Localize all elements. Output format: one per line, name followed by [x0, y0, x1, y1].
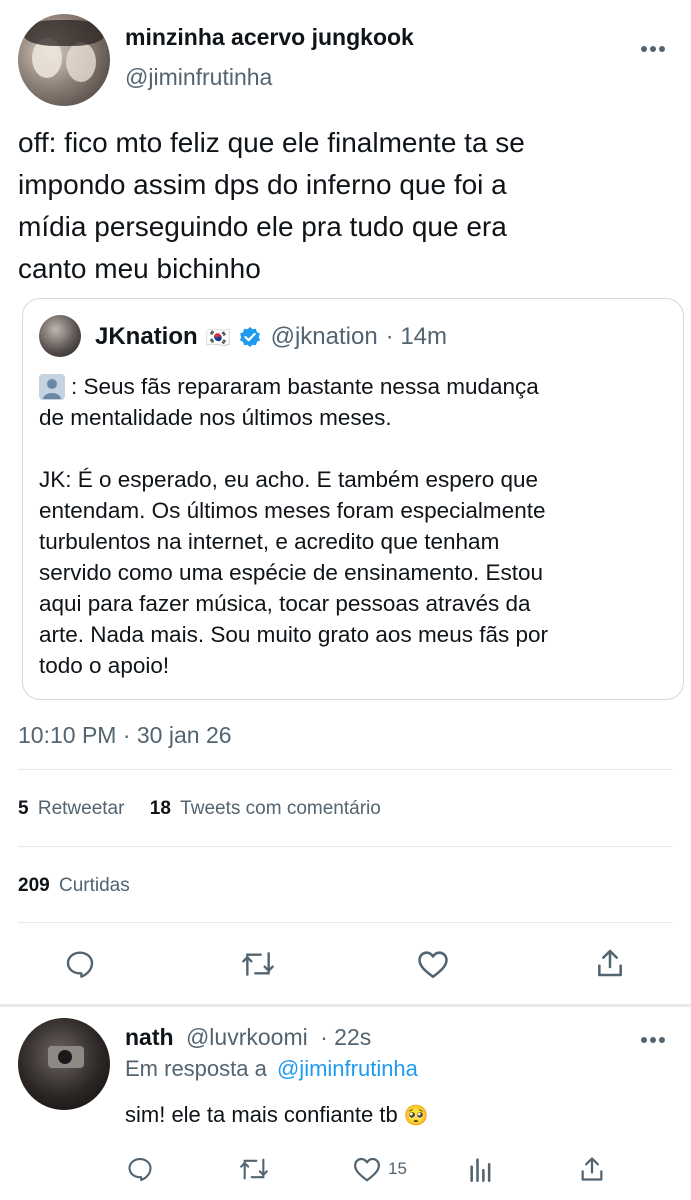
reply-button[interactable]: [64, 948, 96, 980]
quoted-author-row: JKnation 🇰🇷 @jknation · 14m: [95, 323, 447, 351]
reply-time: · 22s: [320, 1024, 372, 1050]
quotes-label: Tweets com comentário: [180, 798, 381, 819]
divider: [18, 769, 673, 770]
heart-icon: [418, 951, 448, 979]
reply-retweet-button[interactable]: [238, 1155, 270, 1183]
quotes-stat[interactable]: 18 Tweets com comentário: [150, 798, 381, 819]
quoted-author-avatar[interactable]: [39, 315, 81, 357]
likes-label: Curtidas: [58, 875, 130, 896]
share-button[interactable]: [594, 946, 626, 980]
quoted-handle[interactable]: @jknation: [271, 323, 378, 351]
reply-context: Em resposta a @jiminfrutinha: [125, 1056, 418, 1082]
share-icon: [598, 949, 622, 977]
pleading-face-emoji: 🥺: [403, 1104, 429, 1127]
quoted-text-line: aqui para fazer música, tocar pessoas at…: [39, 591, 531, 616]
tweet-text-line: mídia perseguindo ele pra tudo que era: [18, 211, 507, 242]
tweet-text-line: off: fico mto feliz que ele finalmente t…: [18, 127, 525, 158]
retweet-icon: [240, 1158, 268, 1180]
reply-author-avatar[interactable]: [18, 1018, 110, 1110]
more-options-button[interactable]: [640, 40, 666, 58]
like-button[interactable]: [416, 948, 450, 980]
more-dots-icon: [641, 46, 665, 52]
reply-author-row: nath @luvrkoomi · 22s: [125, 1024, 371, 1051]
reply-icon: [128, 1158, 152, 1182]
likes-count: 209: [18, 875, 50, 896]
quoted-display-name[interactable]: JKnation: [95, 323, 198, 351]
reply-icon: [66, 951, 94, 978]
reply-context-prefix: Em resposta a: [125, 1056, 267, 1081]
quoted-text-line: arte. Nada mais. Sou muito grato aos meu…: [39, 622, 548, 647]
reply-text-body: sim! ele ta mais confiante tb: [125, 1102, 398, 1127]
more-dots-icon: [641, 1037, 665, 1043]
reply-analytics-button[interactable]: [468, 1155, 494, 1183]
retweet-button[interactable]: [240, 948, 276, 980]
analytics-icon: [470, 1158, 491, 1182]
tweet-text-line: impondo assim dps do inferno que foi a: [18, 169, 507, 200]
quoted-tweet-card[interactable]: JKnation 🇰🇷 @jknation · 14m : Seus fãs r…: [22, 298, 684, 700]
divider: [18, 922, 673, 923]
quoted-text-line: JK: É o esperado, eu acho. E também espe…: [39, 467, 539, 492]
heart-icon: [354, 1157, 380, 1182]
reply-handle[interactable]: @luvrkoomi: [186, 1024, 308, 1050]
retweets-stat[interactable]: 5 Retweetar: [18, 798, 130, 819]
verified-badge-icon: [239, 326, 261, 348]
quoted-text-line: entendam. Os últimos meses foram especia…: [39, 498, 546, 523]
reply-likes-count: 15: [388, 1159, 407, 1178]
quoted-text-line: servido como uma espécie de ensinamento.…: [39, 560, 544, 585]
author-display-name[interactable]: minzinha acervo jungkook: [125, 24, 414, 51]
quoted-text-line: : Seus fãs repararam bastante nessa muda…: [71, 374, 539, 399]
reply-share-button[interactable]: [578, 1154, 606, 1184]
quoted-text-line: de mentalidade nos últimos meses.: [39, 405, 392, 430]
reply-more-button[interactable]: [640, 1031, 666, 1049]
retweet-icon: [242, 952, 274, 976]
author-handle[interactable]: @jiminfrutinha: [125, 64, 272, 91]
quoted-text-line: turbulentos na internet, e acredito que …: [39, 529, 500, 554]
retweets-count: 5: [18, 798, 29, 819]
quoted-time: · 14m: [385, 323, 448, 350]
reply-like-button[interactable]: 15: [352, 1155, 407, 1183]
reply-display-name[interactable]: nath: [125, 1024, 174, 1050]
person-icon: [39, 373, 65, 400]
engagement-row: 5 Retweetar 18 Tweets com comentário: [18, 798, 381, 820]
quoted-text-line: todo o apoio!: [39, 653, 170, 678]
reply-reply-button[interactable]: [126, 1155, 154, 1183]
author-avatar[interactable]: [18, 14, 110, 106]
tweet-text: off: fico mto feliz que ele finalmente t…: [18, 122, 678, 290]
quoted-text: : Seus fãs repararam bastante nessa muda…: [39, 371, 669, 681]
divider: [18, 846, 673, 847]
reply-to-handle[interactable]: @jiminfrutinha: [277, 1056, 418, 1081]
section-separator: [0, 1004, 691, 1007]
quotes-count: 18: [149, 798, 171, 819]
reply-text: sim! ele ta mais confiante tb 🥺: [125, 1102, 429, 1128]
tweet-text-line: canto meu bichinho: [18, 253, 261, 284]
retweets-label: Retweetar: [37, 798, 125, 819]
share-icon: [581, 1157, 603, 1181]
tweet-timestamp[interactable]: 10:10 PM · 30 jan 26: [18, 722, 232, 749]
flag-emoji: 🇰🇷: [205, 326, 231, 349]
likes-stat[interactable]: 209 Curtidas: [18, 875, 130, 897]
